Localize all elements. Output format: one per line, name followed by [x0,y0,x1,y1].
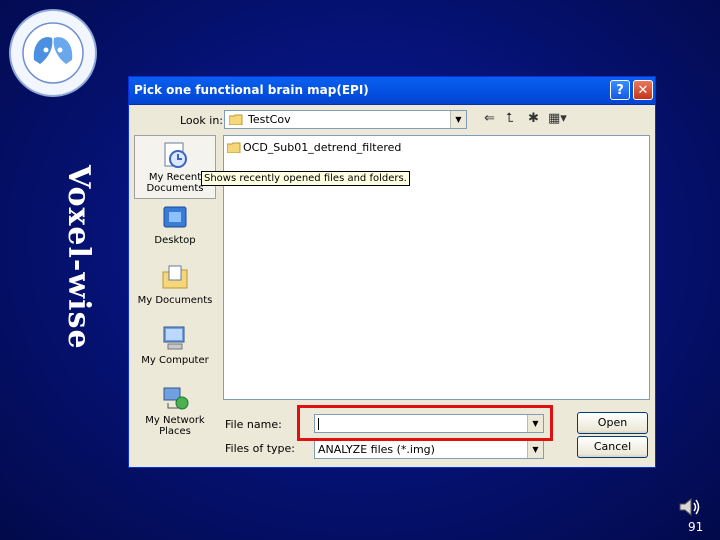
place-label: My Recent Documents [146,172,204,194]
new-folder-icon[interactable]: ✱ [528,111,539,126]
look-in-dropdown[interactable]: TestCov ▼ [224,110,467,129]
open-button[interactable]: Open [577,412,648,434]
file-open-dialog: Pick one functional brain map(EPI) ? ✕ L… [128,76,656,468]
desktop-icon [163,206,187,228]
page-number: 91 [688,520,704,534]
file-type-label: Files of type: [225,442,296,455]
file-type-value: ANALYZE files (*.img) [318,443,435,456]
up-folder-icon[interactable]: ⮤ [506,111,514,126]
look-in-label: Look in: [180,114,223,127]
file-type-select[interactable]: ANALYZE files (*.img) ▼ [314,440,544,459]
my-documents-icon [162,265,188,289]
chevron-down-icon[interactable]: ▼ [450,111,466,128]
speaker-icon[interactable] [678,496,702,518]
place-label: My Network Places [145,415,205,437]
look-in-value: TestCov [248,113,291,126]
cancel-button[interactable]: Cancel [577,436,648,458]
place-label: Desktop [154,235,196,246]
file-name: OCD_Sub01_detrend_filtered [243,141,402,154]
folder-icon [229,114,243,125]
place-my-computer[interactable]: My Computer [134,323,216,366]
network-places-icon [163,387,189,410]
place-my-network-places[interactable]: My Network Places [134,383,216,437]
close-button[interactable]: ✕ [633,80,653,100]
my-computer-icon [163,326,185,350]
recent-documents-icon [164,142,187,168]
place-my-documents[interactable]: My Documents [134,263,216,306]
place-desktop[interactable]: Desktop [134,203,216,246]
folder-icon [226,142,241,154]
chevron-down-icon[interactable]: ▼ [527,441,543,458]
tooltip: Shows recently opened files and folders. [201,171,410,186]
list-item[interactable]: OCD_Sub01_detrend_filtered [226,141,402,154]
dialog-titlebar[interactable]: Pick one functional brain map(EPI) ? ✕ [129,77,655,105]
place-label: My Documents [137,295,213,306]
help-button[interactable]: ? [610,80,630,100]
place-my-recent-documents[interactable]: My Recent Documents [134,135,216,199]
back-icon[interactable]: ⇐ [484,111,495,126]
place-label: My Computer [141,355,209,366]
university-logo [8,8,98,98]
dialog-title: Pick one functional brain map(EPI) [134,83,369,97]
file-name-label: File name: [225,418,282,431]
slide-vertical-title: Voxel-wise [61,165,96,350]
annotation-highlight-box [297,405,553,441]
view-menu-icon[interactable]: ▦▾ [548,111,567,126]
